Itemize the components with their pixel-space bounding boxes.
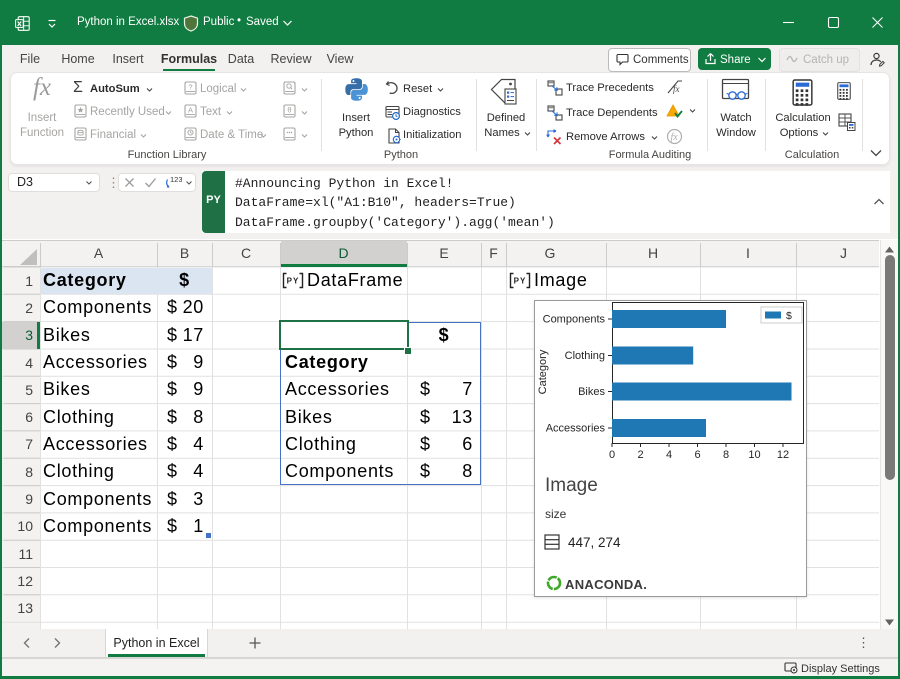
svg-text:0: 0: [609, 449, 615, 461]
svg-text:8: 8: [723, 449, 729, 461]
svg-text:2: 2: [637, 449, 643, 461]
svg-text:Accessories: Accessories: [546, 423, 606, 435]
svg-text:4: 4: [666, 449, 672, 461]
svg-text:10: 10: [748, 449, 760, 461]
svg-text:PY: PY: [514, 277, 527, 286]
svg-text:Category: Category: [537, 349, 549, 394]
svg-text:12: 12: [777, 449, 789, 461]
svg-text:Bikes: Bikes: [578, 386, 605, 398]
svg-text:PY: PY: [287, 277, 300, 286]
svg-text:6: 6: [694, 449, 700, 461]
svg-text:$: $: [786, 310, 792, 322]
svg-text:Components: Components: [543, 314, 606, 326]
svg-text:Clothing: Clothing: [565, 350, 605, 362]
